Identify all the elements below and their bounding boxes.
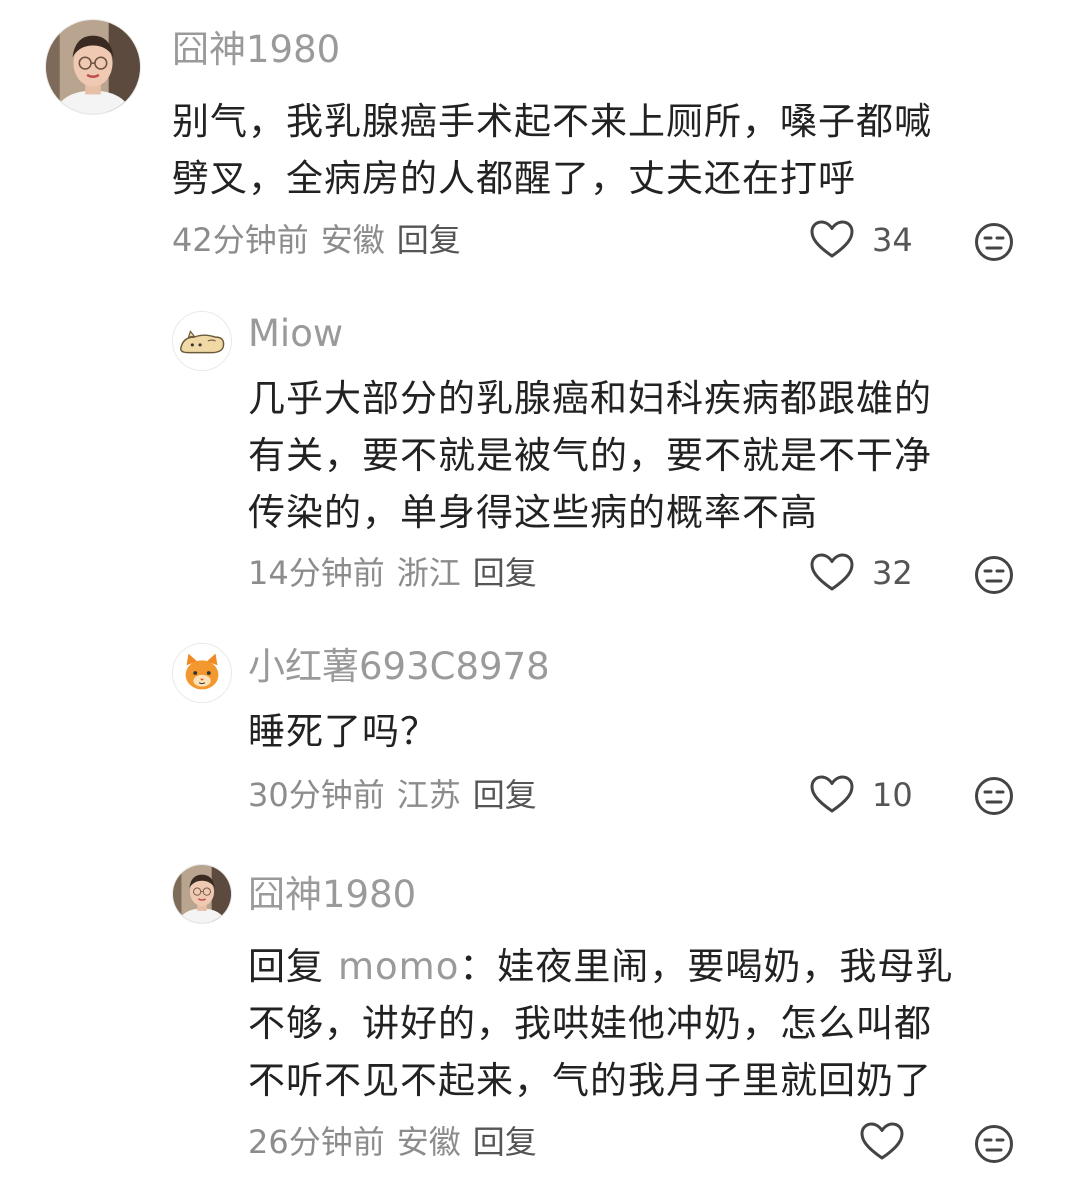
like-button[interactable]: [860, 1122, 904, 1162]
reply-button[interactable]: 回复: [473, 554, 537, 592]
meh-face-icon: [975, 777, 1013, 815]
orange-cat-avatar-icon: [173, 644, 231, 702]
like-count: 34: [872, 221, 913, 259]
comment-text-line: 传染的，单身得这些病的概率不高: [248, 491, 818, 534]
comment-meta: 30分钟前 江苏 回复: [248, 775, 549, 815]
dislike-button[interactable]: [974, 1124, 1014, 1164]
comment-text: 睡死了吗？: [248, 703, 1048, 760]
dislike-button[interactable]: [974, 555, 1014, 595]
timestamp: 14分钟前: [248, 554, 385, 592]
heart-icon: [810, 220, 854, 258]
comment-text: 别气，我乳腺癌手术起不来上厕所，嗓子都喊 劈叉，全病房的人都醒了，丈夫还在打呼: [172, 93, 1032, 207]
reply-button[interactable]: 回复: [473, 776, 537, 814]
user-avatar[interactable]: [172, 643, 232, 703]
location: 浙江: [396, 554, 461, 592]
comment-text: 几乎大部分的乳腺癌和妇科疾病都跟雄的 有关，要不就是被气的，要不就是不干净 传染…: [248, 370, 1048, 541]
comment-text-segment: ：娃夜里闹，要喝奶，我母乳: [459, 945, 954, 988]
comment-text-line: 不够，讲好的，我哄娃他冲奶，怎么叫都: [248, 1002, 932, 1045]
like-button[interactable]: 32: [810, 553, 913, 593]
heart-icon: [810, 553, 854, 591]
dislike-button[interactable]: [974, 776, 1014, 816]
comment-meta: 42分钟前 安徽 回复: [172, 220, 473, 260]
username[interactable]: 囧神1980: [172, 28, 340, 72]
reply-prefix: 回复: [248, 945, 324, 988]
reply-button[interactable]: 回复: [397, 221, 461, 259]
location: 安徽: [320, 221, 385, 259]
timestamp: 30分钟前: [248, 776, 385, 814]
comment-text-line: 有关，要不就是被气的，要不就是不干净: [248, 434, 932, 477]
like-button[interactable]: 10: [810, 775, 913, 815]
meh-face-icon: [975, 223, 1013, 261]
timestamp: 26分钟前: [248, 1123, 385, 1161]
user-avatar[interactable]: [172, 311, 232, 371]
username[interactable]: 小红薯693C8978: [248, 645, 550, 689]
like-button[interactable]: 34: [810, 220, 913, 260]
user-avatar[interactable]: [172, 864, 232, 924]
comment-meta: 26分钟前 安徽 回复: [248, 1122, 549, 1162]
dislike-button[interactable]: [974, 222, 1014, 262]
location: 安徽: [396, 1123, 461, 1161]
woman-portrait-avatar-icon: [46, 20, 140, 114]
bread-cat-avatar-icon: [173, 312, 231, 370]
location: 江苏: [396, 776, 461, 814]
reply-target-username[interactable]: momo: [338, 945, 459, 988]
heart-icon: [860, 1122, 904, 1160]
like-count: 10: [872, 776, 913, 814]
comment-text-line: 睡死了吗？: [248, 710, 438, 753]
username[interactable]: Miow: [248, 312, 343, 356]
username[interactable]: 囧神1980: [248, 873, 416, 917]
reply-button[interactable]: 回复: [473, 1123, 537, 1161]
meh-face-icon: [975, 556, 1013, 594]
like-count: 32: [872, 554, 913, 592]
user-avatar[interactable]: [45, 19, 141, 115]
comment-text-line: 回复 momo：娃夜里闹，要喝奶，我母乳: [248, 938, 1048, 995]
meh-face-icon: [975, 1125, 1013, 1163]
comment-meta: 14分钟前 浙江 回复: [248, 553, 549, 593]
comment-text-line: 别气，我乳腺癌手术起不来上厕所，嗓子都喊: [172, 100, 932, 143]
comment-text: 回复 momo：娃夜里闹，要喝奶，我母乳 不够，讲好的，我哄娃他冲奶，怎么叫都 不…: [248, 938, 1048, 1109]
comment-text-line: 几乎大部分的乳腺癌和妇科疾病都跟雄的: [248, 377, 932, 420]
woman-portrait-avatar-icon: [173, 865, 231, 923]
timestamp: 42分钟前: [172, 221, 309, 259]
comment-text-line: 劈叉，全病房的人都醒了，丈夫还在打呼: [172, 157, 856, 200]
heart-icon: [810, 775, 854, 813]
comment-text-line: 不听不见不起来，气的我月子里就回奶了: [248, 1059, 932, 1102]
